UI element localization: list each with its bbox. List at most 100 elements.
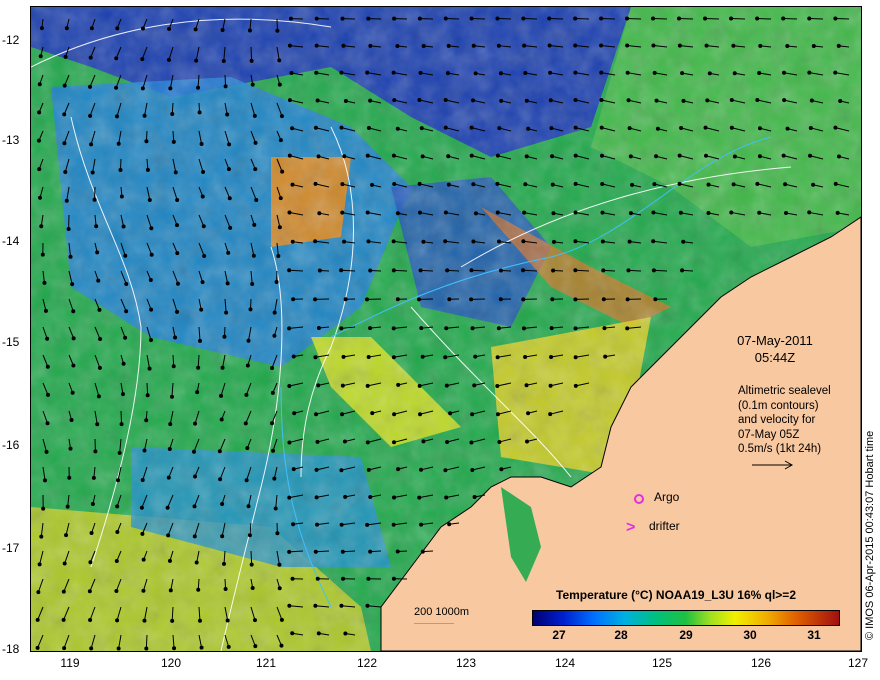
y-tick-label: -18	[2, 642, 20, 656]
velocity-arrow-head	[96, 394, 101, 399]
velocity-arrow-head	[341, 43, 346, 48]
velocity-arrow-head	[365, 603, 370, 608]
velocity-arrow-head	[87, 589, 92, 594]
velocity-arrow-head	[366, 576, 371, 581]
velocity-arrow-head	[473, 211, 478, 216]
velocity-arrow-head	[523, 70, 528, 75]
colorbar-tick: 28	[614, 628, 628, 642]
velocity-arrow-head	[755, 16, 760, 21]
velocity-arrow-head	[90, 170, 95, 175]
velocity-arrow-head	[200, 194, 205, 199]
velocity-arrow-head	[654, 154, 659, 159]
velocity-arrow-head	[287, 383, 292, 388]
velocity-arrow-head	[71, 336, 76, 341]
velocity-arrow-head	[447, 522, 452, 527]
velocity-arrow-head	[279, 617, 284, 622]
velocity-arrow-head	[757, 154, 762, 159]
velocity-arrow-head	[784, 210, 789, 215]
velocity-arrow-head	[548, 383, 553, 388]
velocity-arrow-head	[525, 439, 530, 444]
velocity-arrow-head	[272, 476, 277, 481]
velocity-arrow-head	[145, 393, 150, 398]
velocity-arrow-head	[114, 114, 119, 119]
y-tick-label: -17	[2, 541, 20, 555]
velocity-arrow-head	[289, 71, 294, 76]
velocity-arrow-head	[549, 354, 554, 359]
velocity-arrow-head	[194, 560, 199, 565]
velocity-arrow-head	[116, 478, 121, 483]
velocity-arrow-head	[652, 70, 657, 75]
velocity-arrow-head	[340, 412, 345, 417]
velocity-arrow-head	[811, 182, 816, 187]
velocity-arrow-head	[625, 326, 630, 331]
velocity-arrow-head	[120, 392, 125, 397]
velocity-arrow-head	[252, 113, 257, 118]
velocity-arrow-head	[315, 98, 320, 103]
velocity-arrow-head	[573, 383, 578, 388]
velocity-arrow-head	[70, 390, 75, 395]
velocity-arrow-head	[601, 268, 606, 273]
velocity-arrow-head	[39, 224, 44, 229]
x-tick-label: 123	[455, 656, 477, 670]
velocity-arrow-head	[316, 154, 321, 159]
velocity-arrow-head	[785, 126, 790, 131]
velocity-arrow-head	[273, 506, 278, 511]
velocity-arrow-head	[149, 252, 154, 257]
velocity-arrow-head	[168, 422, 173, 427]
velocity-arrow-head	[417, 16, 422, 21]
velocity-arrow-head	[785, 43, 790, 48]
velocity-arrow-head	[277, 586, 282, 591]
velocity-arrow-head	[271, 448, 276, 453]
velocity-arrow-head	[287, 549, 292, 554]
velocity-arrow-head	[315, 522, 320, 527]
velocity-arrow-head	[314, 467, 319, 472]
velocity-arrow-head	[471, 43, 476, 48]
velocity-arrow-head	[42, 280, 47, 285]
velocity-arrow-head	[523, 182, 528, 187]
velocity-arrow-head	[524, 154, 529, 159]
velocity-arrow-head	[316, 326, 321, 331]
velocity-arrow-head	[339, 125, 344, 130]
velocity-arrow-head	[573, 355, 578, 360]
velocity-arrow-head	[142, 448, 147, 453]
velocity-arrow-head	[808, 125, 813, 130]
velocity-arrow-head	[316, 631, 321, 636]
velocity-arrow-head	[368, 268, 373, 273]
velocity-arrow-head	[523, 354, 528, 359]
velocity-arrow-head	[444, 326, 449, 331]
velocity-arrow-head	[706, 211, 711, 216]
velocity-arrow-head	[140, 57, 145, 62]
velocity-arrow-head	[275, 531, 280, 536]
velocity-arrow-head	[469, 16, 474, 21]
velocity-arrow-head	[165, 505, 170, 510]
velocity-arrow-head	[365, 522, 370, 527]
velocity-arrow-head	[270, 390, 275, 395]
velocity-arrow-head	[757, 126, 762, 131]
colorbar-tick: 29	[679, 628, 693, 642]
velocity-arrow-head	[37, 110, 42, 115]
velocity-arrow-head	[195, 390, 200, 395]
velocity-arrow-head	[253, 167, 258, 172]
velocity-arrow-head	[71, 309, 76, 314]
velocity-arrow-head	[219, 417, 224, 422]
sst-field	[31, 7, 861, 651]
velocity-arrow-head	[339, 268, 344, 273]
velocity-arrow-head	[114, 558, 119, 563]
velocity-arrow-head	[678, 210, 683, 215]
altimetry-line: and velocity for	[738, 414, 816, 426]
velocity-arrow-head	[445, 440, 450, 445]
velocity-arrow-head	[68, 254, 73, 259]
velocity-arrow-head	[573, 239, 578, 244]
velocity-arrow-head	[220, 27, 225, 32]
velocity-arrow-head	[391, 239, 396, 244]
velocity-arrow-head	[287, 603, 292, 608]
velocity-arrow-head	[61, 589, 66, 594]
velocity-arrow-head	[420, 354, 425, 359]
velocity-arrow-head	[71, 363, 76, 368]
velocity-arrow-head	[341, 576, 346, 581]
velocity-arrow-head	[247, 533, 252, 538]
velocity-arrow-head	[175, 197, 180, 202]
velocity-arrow-head	[526, 126, 531, 131]
velocity-arrow-head	[340, 210, 345, 215]
velocity-arrow-head	[246, 338, 251, 343]
